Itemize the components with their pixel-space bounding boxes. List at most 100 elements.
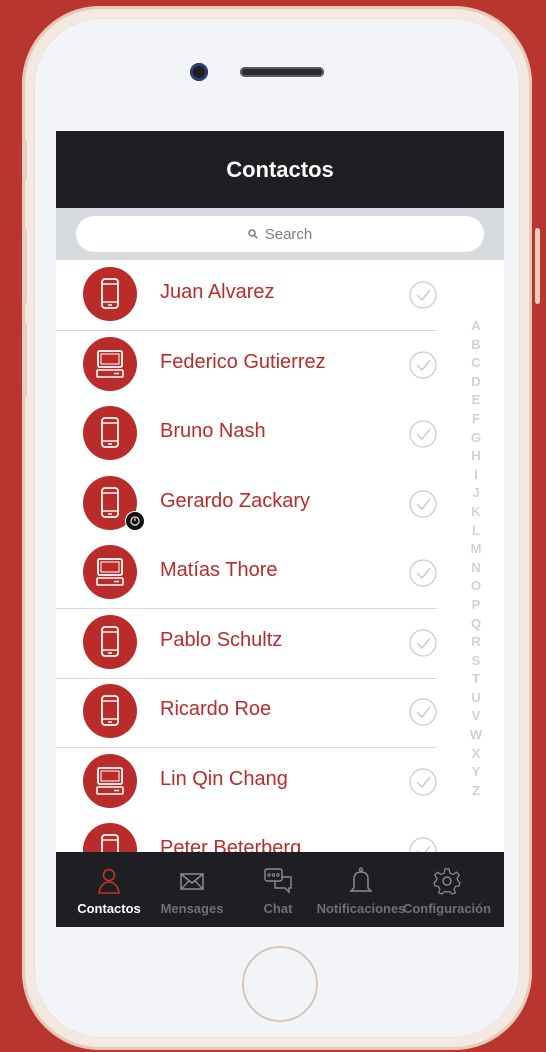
contact-row[interactable]: Peter Beterberg: [56, 816, 437, 852]
contact-avatar: [83, 614, 137, 669]
alphabet-index-letter[interactable]: B: [471, 336, 480, 355]
contact-row[interactable]: Juan Alvarez: [56, 260, 437, 331]
volume-up-button: [22, 228, 27, 304]
check-circle-icon[interactable]: [408, 350, 438, 380]
search-input[interactable]: Search: [76, 216, 484, 252]
check-circle-icon[interactable]: [408, 280, 438, 310]
contact-name-secondary: Lin Qin Chang: [160, 767, 288, 790]
page-title: Contactos: [226, 156, 334, 182]
tab-label: Chat: [263, 901, 293, 916]
power-button: [535, 228, 540, 304]
contact-name: Peter Beterberg: [160, 837, 301, 852]
speaker-grille: [240, 67, 324, 77]
search-placeholder: Search: [264, 225, 313, 243]
contact-name: Ricardo Roe: [160, 698, 271, 721]
alphabet-index-letter[interactable]: V: [472, 707, 481, 726]
status-badge: [125, 510, 145, 531]
alphabet-index-letter[interactable]: W: [470, 726, 482, 745]
alphabet-index-letter[interactable]: M: [471, 540, 482, 559]
alphabet-index-letter[interactable]: O: [471, 577, 481, 596]
contact-name-secondary: Ricardo Roe: [160, 698, 272, 720]
alphabet-index[interactable]: ABCDEFGHIJKLMNOPQRSTUVWXYZ: [467, 317, 485, 800]
contact-row[interactable]: Ricardo Roe: [56, 677, 437, 748]
check-circle-icon[interactable]: [408, 489, 438, 519]
alphabet-index-letter[interactable]: N: [471, 559, 480, 578]
contact-name: Pablo Schultz: [160, 629, 282, 652]
contact-name-primary: Gerardo: [160, 489, 234, 512]
contact-avatar: [83, 684, 137, 738]
contact-name: Bruno Nash: [160, 420, 266, 443]
alphabet-index-letter[interactable]: K: [471, 503, 480, 522]
alphabet-index-letter[interactable]: H: [471, 447, 480, 466]
check-circle-icon[interactable]: [408, 836, 438, 852]
contact-row[interactable]: Pablo Schultz: [56, 608, 437, 679]
app-screen: Contactos Search Juan Alvarez Federico Gu…: [56, 131, 504, 927]
contact-avatar: [83, 336, 137, 391]
contact-avatar: [83, 406, 137, 460]
contact-name: Federico Gutierrez: [160, 351, 326, 374]
alphabet-index-letter[interactable]: J: [472, 484, 479, 503]
contact-name-primary: Juan Alvarez: [160, 281, 275, 303]
contact-row[interactable]: Bruno Nash: [56, 399, 437, 469]
alphabet-index-letter[interactable]: A: [471, 317, 480, 336]
contact-avatar: [83, 545, 137, 599]
contact-name: Juan Alvarez: [160, 281, 275, 304]
alphabet-index-letter[interactable]: R: [471, 633, 480, 652]
contact-avatar: [83, 267, 137, 321]
contact-name-secondary: Pablo Schultz: [160, 628, 283, 651]
user-icon: [94, 852, 124, 896]
envelope-icon: [177, 852, 207, 896]
contact-row[interactable]: Matías Thore: [56, 538, 437, 609]
contact-avatar: [83, 823, 137, 852]
contact-row[interactable]: Lin Qin Chang: [56, 747, 437, 817]
gear-icon: [432, 852, 462, 896]
tab-label: Configuración: [402, 901, 492, 916]
alphabet-index-letter[interactable]: F: [472, 410, 480, 429]
tab-notificaciones[interactable]: Notificaciones: [311, 852, 411, 927]
search-icon: [247, 229, 258, 239]
alphabet-index-letter[interactable]: Q: [471, 615, 481, 634]
alphabet-index-letter[interactable]: P: [472, 596, 481, 615]
check-circle-icon[interactable]: [408, 697, 438, 727]
alphabet-index-letter[interactable]: U: [471, 689, 480, 708]
contact-name: Gerardo Zackary: [160, 490, 310, 513]
contact-name: Lin Qin Chang: [160, 768, 288, 791]
alphabet-index-letter[interactable]: I: [474, 466, 478, 485]
volume-down-button: [22, 322, 27, 398]
alphabet-index-letter[interactable]: G: [471, 429, 481, 448]
camera-icon: [190, 63, 208, 81]
check-circle-icon[interactable]: [408, 767, 438, 797]
check-circle-icon[interactable]: [408, 628, 438, 658]
app-header: Contactos: [56, 131, 504, 208]
contact-list: Juan Alvarez Federico Gutierrez Bruno Nash…: [56, 260, 504, 852]
contact-row[interactable]: Gerardo Zackary: [56, 469, 437, 539]
contact-name-secondary: Thore: [220, 559, 278, 581]
contact-avatar: [83, 753, 137, 808]
tab-bar: Contactos Mensages Chat Notificaciones Confi…: [56, 852, 504, 927]
tab-mensages[interactable]: Mensages: [142, 852, 242, 927]
check-circle-icon[interactable]: [408, 558, 438, 588]
alphabet-index-letter[interactable]: S: [472, 652, 481, 671]
tab-label: Mensages: [160, 901, 224, 916]
alphabet-index-letter[interactable]: C: [471, 354, 480, 373]
alphabet-index-letter[interactable]: D: [471, 373, 480, 392]
contact-name-primary: Matías: [160, 559, 221, 581]
alphabet-index-letter[interactable]: Y: [472, 763, 481, 782]
phone-side-button: [22, 139, 27, 181]
contact-row[interactable]: Federico Gutierrez: [56, 330, 437, 400]
alphabet-index-letter[interactable]: E: [472, 391, 481, 410]
tab-label: Notificaciones: [316, 901, 406, 916]
chat-icon: [263, 852, 293, 896]
bell-icon: [346, 852, 376, 896]
contact-name-primary: Federico Gutierrez: [160, 350, 326, 373]
contact-name: Matías Thore: [160, 559, 277, 582]
alphabet-index-letter[interactable]: T: [472, 670, 480, 689]
check-circle-icon[interactable]: [408, 419, 438, 449]
contact-name-secondary: Zackary: [233, 489, 311, 512]
alphabet-index-letter[interactable]: X: [472, 745, 481, 764]
search-bar: Search: [56, 208, 504, 260]
tab-configuración[interactable]: Configuración: [397, 852, 497, 927]
alphabet-index-letter[interactable]: Z: [472, 782, 480, 801]
alphabet-index-letter[interactable]: L: [472, 522, 480, 541]
home-button[interactable]: [242, 946, 318, 1022]
